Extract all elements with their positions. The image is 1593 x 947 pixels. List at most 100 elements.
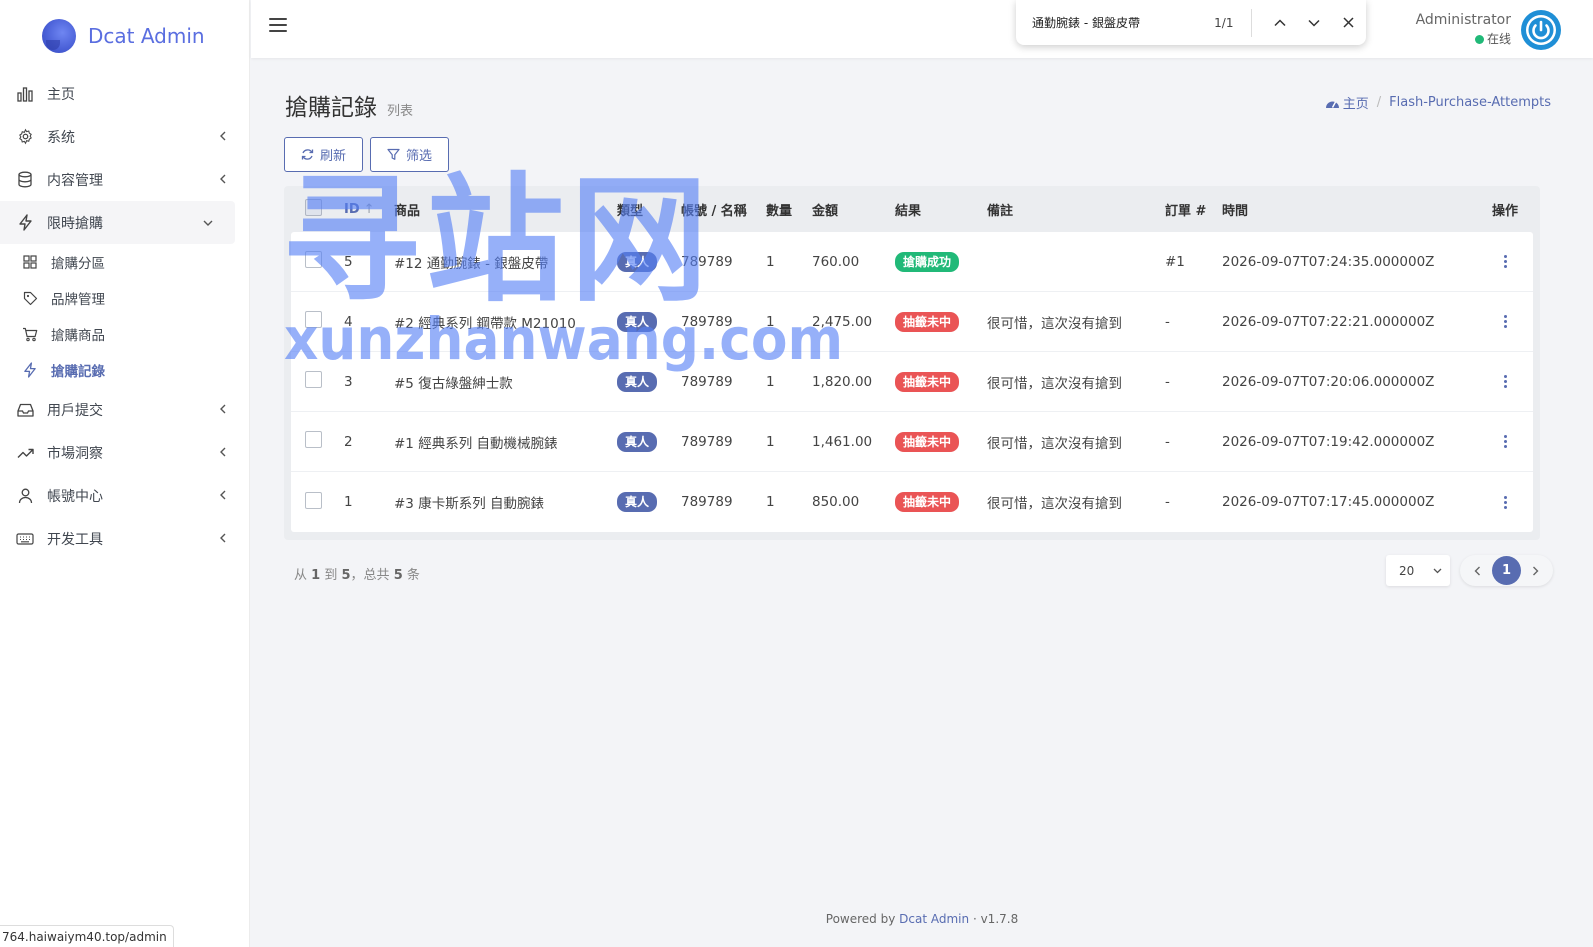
table-row: 5 #12 通勤腕錶 - 銀盤皮帶 真人 789789 1 760.00 搶購成… [291, 232, 1533, 292]
pagination-info-text: ，总共 [350, 568, 390, 583]
logo-icon [42, 19, 76, 53]
select-all-checkbox[interactable] [305, 198, 322, 216]
refresh-button[interactable]: 刷新 [284, 137, 364, 172]
row-checkbox[interactable] [305, 311, 322, 328]
pagination-info-text: 到 [324, 568, 338, 583]
sidebar-item-label: 用戶提交 [47, 402, 103, 419]
row-select-cell [291, 371, 344, 392]
avatar[interactable] [1521, 10, 1561, 50]
sidebar-item-market-insights[interactable]: 市場洞察 [0, 431, 249, 474]
chevron-right-icon [1533, 566, 1539, 575]
row-actions-button[interactable] [1477, 434, 1533, 449]
row-checkbox[interactable] [305, 371, 322, 388]
cell-qty: 1 [766, 253, 775, 270]
more-vertical-icon [1503, 495, 1507, 510]
dashboard-icon [1325, 101, 1339, 108]
brand[interactable]: Dcat Admin [0, 0, 249, 72]
cell-result: 抽籤未中 [895, 371, 987, 392]
main-content: 搶購記錄 列表 主页 / Flash-Purchase-Attempts 刷新 … [251, 58, 1593, 947]
row-actions-button[interactable] [1477, 314, 1533, 329]
row-actions-button[interactable] [1477, 254, 1533, 269]
chevron-down-icon [1308, 19, 1320, 27]
toolbar: 刷新 筛选 [284, 137, 456, 172]
user-name: Administrator [1415, 12, 1511, 28]
close-icon [1343, 17, 1354, 28]
cell-amount: 1,461.00 [812, 433, 873, 450]
menu-toggle-icon[interactable] [269, 18, 287, 34]
cell-time: 2026-09-07T07:20:06.000000Z [1222, 373, 1435, 390]
cell-order: #1 [1165, 253, 1185, 270]
sidebar: Dcat Admin 主页 系统 内容管理 限時搶購 搶購分區 品牌管理 搶購商… [0, 0, 250, 947]
sidebar-item-submissions[interactable]: 用戶提交 [0, 388, 249, 431]
column-header-result: 結果 [895, 203, 922, 219]
type-badge: 真人 [617, 371, 658, 392]
find-input[interactable]: 通勤腕錶 - 銀盤皮帶 [1032, 14, 1195, 31]
cell-qty: 1 [766, 494, 775, 510]
sidebar-item-label: 搶購記錄 [51, 364, 105, 380]
table-row: 2 #1 經典系列 自動機械腕錶 真人 789789 1 1,461.00 抽籤… [291, 412, 1533, 472]
footer-text: Powered by [825, 912, 896, 926]
cell-order: - [1165, 373, 1170, 390]
user-menu[interactable]: Administrator 在线 [1416, 10, 1561, 50]
footer: Powered by Dcat Admin · v1.7.8 [251, 912, 1593, 926]
chevron-left-icon [219, 489, 227, 503]
sidebar-item-content[interactable]: 内容管理 [0, 158, 249, 201]
sidebar-item-label: 开发工具 [47, 531, 103, 548]
cell-note: 很可惜，這次沒有搶到 [987, 435, 1122, 452]
sidebar-item-home[interactable]: 主页 [0, 72, 249, 115]
column-header-time: 時間 [1222, 203, 1249, 219]
sidebar-item-accounts[interactable]: 帳號中心 [0, 474, 249, 517]
cart-icon [22, 326, 38, 342]
row-actions-button[interactable] [1477, 374, 1533, 389]
sidebar-nav: 主页 系统 内容管理 限時搶購 搶購分區 品牌管理 搶購商品 搶購記錄 用戶提交… [0, 72, 249, 560]
row-actions-button[interactable] [1477, 495, 1533, 510]
breadcrumb: 主页 / Flash-Purchase-Attempts [1325, 93, 1551, 112]
find-next-button[interactable] [1297, 5, 1332, 41]
breadcrumb-separator: / [1376, 95, 1382, 110]
sidebar-item-label: 帳號中心 [47, 488, 103, 505]
user-icon [16, 487, 34, 505]
cell-note: 很可惜，這次沒有搶到 [987, 496, 1122, 512]
sidebar-item-flash-products[interactable]: 搶購商品 [0, 316, 249, 352]
cell-account: 789789 [681, 494, 733, 510]
page-links: 1 [1460, 555, 1553, 586]
sidebar-item-flash-sale[interactable]: 限時搶購 [0, 201, 235, 244]
column-header-id[interactable]: ID ↑ [344, 202, 394, 217]
chevron-left-icon [219, 173, 227, 187]
row-checkbox[interactable] [305, 251, 322, 268]
find-close-button[interactable] [1331, 5, 1366, 41]
row-checkbox[interactable] [305, 431, 322, 448]
sidebar-item-dev-tools[interactable]: 开发工具 [0, 517, 249, 560]
per-page-select[interactable]: 20 [1386, 555, 1450, 586]
cell-account: 789789 [681, 433, 733, 450]
tag-icon [22, 290, 38, 306]
filter-button[interactable]: 筛选 [370, 137, 450, 172]
table-row: 3 #5 復古綠盤紳士款 真人 789789 1 1,820.00 抽籤未中 很… [291, 352, 1533, 412]
column-header-qty: 數量 [766, 203, 793, 219]
prev-page-button[interactable] [1463, 556, 1492, 585]
chevron-down-icon [1433, 568, 1442, 573]
type-badge: 真人 [617, 251, 658, 272]
page-button-current[interactable]: 1 [1492, 556, 1521, 585]
find-match-count: 1/1 [1214, 15, 1234, 30]
chevron-up-icon [1274, 18, 1286, 26]
lightning-icon [22, 362, 38, 378]
status-badge: 抽籤未中 [895, 311, 960, 332]
column-header-op: 操作 [1491, 203, 1518, 219]
cell-product: #3 康卡斯系列 自動腕錶 [394, 496, 544, 512]
sidebar-item-flash-records[interactable]: 搶購記錄 [0, 352, 249, 388]
sidebar-item-system[interactable]: 系统 [0, 115, 249, 158]
cell-product: #1 經典系列 自動機械腕錶 [394, 435, 558, 452]
chevron-down-icon [203, 216, 213, 230]
column-header-product: 商品 [394, 203, 421, 219]
row-select-cell [291, 311, 344, 332]
breadcrumb-home[interactable]: 主页 [1343, 93, 1369, 112]
sidebar-item-brands[interactable]: 品牌管理 [0, 280, 249, 316]
next-page-button[interactable] [1521, 556, 1550, 585]
row-checkbox[interactable] [305, 491, 322, 509]
footer-link[interactable]: Dcat Admin [899, 912, 969, 926]
pagination-from: 1 [311, 568, 321, 583]
find-previous-button[interactable] [1262, 5, 1297, 41]
sidebar-item-flash-zones[interactable]: 搶購分區 [0, 244, 249, 280]
bar-chart-icon [16, 85, 34, 103]
